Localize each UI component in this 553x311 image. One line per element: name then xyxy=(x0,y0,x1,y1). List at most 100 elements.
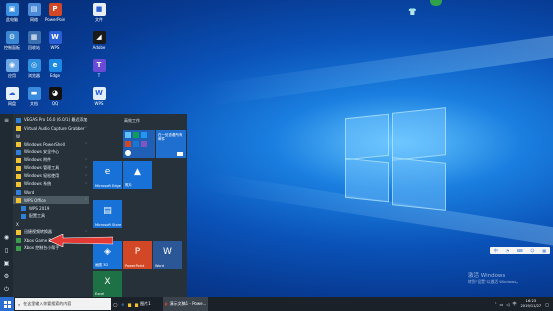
tile-calendar[interactable]: 在一处查看所有邮件 xyxy=(156,130,186,158)
windows-logo-pane xyxy=(345,113,389,161)
app-list-item[interactable]: Windows 安全中心 xyxy=(13,148,89,156)
folder-icon xyxy=(16,165,21,171)
watermark-line2: 转到"设置"以激活 Windows。 xyxy=(468,279,521,284)
app-list-item[interactable]: Windows 系统 ˅ xyxy=(13,180,89,188)
folder-icon xyxy=(16,229,21,235)
desktop-icon[interactable]: TT xyxy=(89,59,109,78)
ime-skin-icon[interactable]: ☺ xyxy=(530,248,534,253)
folder-icon xyxy=(16,197,21,203)
tile-group-small[interactable] xyxy=(123,130,155,158)
desktop-icon[interactable]: P PowerPoint xyxy=(45,3,65,22)
chevron-down-icon: ˅ xyxy=(85,197,87,203)
ime-indicator[interactable]: 中 xyxy=(513,301,517,307)
windows-logo-pane xyxy=(392,157,446,211)
documents-icon[interactable]: ▯ xyxy=(0,244,13,257)
app-list-item[interactable]: 配置工具 xyxy=(13,212,89,220)
tile-photos[interactable]: ▲ 照片 xyxy=(123,161,152,189)
app-list-item[interactable]: WPS 2019 xyxy=(13,204,89,212)
ime-mode[interactable]: 中 xyxy=(494,248,498,254)
app-list-letter[interactable]: X xyxy=(13,220,89,228)
app-icon xyxy=(16,237,21,243)
desktop-icon[interactable]: e Edge xyxy=(45,59,65,78)
light-beam xyxy=(200,35,553,107)
desktop-icon[interactable]: W WPS xyxy=(89,87,109,106)
tile-word[interactable]: W Word xyxy=(153,241,182,269)
app-list-item[interactable]: Windows 轻松使用 ˅ xyxy=(13,172,89,180)
tile-store[interactable]: ▤ Microsoft Store xyxy=(93,200,122,228)
clock[interactable]: 16:23 2019/11/27 xyxy=(521,299,542,309)
app-list-item[interactable]: Windows 附件 ˅ xyxy=(13,156,89,164)
desktop-icon[interactable]: ☁ 网盘 xyxy=(2,87,22,107)
desktop-icon-label: 应用 xyxy=(8,73,16,78)
clock-date: 2019/11/27 xyxy=(520,304,542,308)
app-icon: ▦ xyxy=(27,31,41,44)
user-icon[interactable]: ◉ xyxy=(0,231,13,244)
taskbar-item-ppt[interactable]: P 演示文稿1 - Powe... xyxy=(162,297,209,311)
tile-word-label: Word xyxy=(155,264,164,268)
app-list-letter[interactable]: W xyxy=(13,132,89,140)
tray-chevron-icon[interactable]: ˄ xyxy=(495,302,497,307)
desktop-icon-label: PowerPoint xyxy=(45,17,65,22)
network-icon[interactable]: ▭ xyxy=(500,302,504,307)
desktop-icon[interactable]: ◉ 应用 xyxy=(2,59,22,79)
volume-icon[interactable]: ◁ xyxy=(506,302,509,307)
tile-mini-icon xyxy=(141,141,147,147)
pictures-icon[interactable]: ▣ xyxy=(0,257,13,270)
windows-logo-pane xyxy=(392,107,446,161)
app-badge-icon xyxy=(430,0,442,6)
app-icon: T xyxy=(92,59,106,72)
tile-mini-icon xyxy=(133,132,139,138)
tile-excel[interactable]: X Excel xyxy=(93,271,122,297)
app-list-item[interactable]: Word xyxy=(13,188,89,196)
start-button[interactable] xyxy=(0,297,14,311)
paint3d-icon: ◈ xyxy=(104,247,111,257)
search-box[interactable]: ⌕ 在这里输入你要搜索的内容 xyxy=(15,298,111,310)
tile-calendar-label: 在一处查看所有邮件 xyxy=(158,133,183,141)
desktop-icon-label: QQ xyxy=(51,101,59,106)
desktop-icon[interactable]: ▦ 回收站 xyxy=(24,31,44,51)
desktop-icon[interactable]: ■ 文件 xyxy=(89,3,109,23)
explorer-taskbar-icon[interactable]: ▆ xyxy=(126,297,133,311)
ime-tools-icon[interactable]: ▦ xyxy=(542,248,546,253)
taskbar-item-image[interactable]: ▆ 图片1 xyxy=(133,297,153,311)
app-icon: ◉ xyxy=(5,59,19,72)
desktop-icon[interactable]: ▤ 网络 xyxy=(24,3,44,23)
app-list-item[interactable]: VEGAS Pro 16.0 (6.0/1) 最近添加 xyxy=(13,116,89,124)
desktop-icon[interactable]: ▬ 文档 xyxy=(24,87,44,107)
tile-powerpoint[interactable]: P PowerPoint xyxy=(123,241,152,269)
ime-toolbar[interactable]: 中 ◔ ⌨ ☺ ▦ xyxy=(490,247,550,254)
desktop-icon[interactable]: ◢ Adobe xyxy=(89,31,109,50)
desktop-icon[interactable]: ◎ 浏览器 xyxy=(24,59,44,79)
tray-shirt-icon[interactable]: 👕 xyxy=(408,8,417,16)
store-icon: ▤ xyxy=(103,206,112,216)
desktop-icon[interactable]: ◕ QQ xyxy=(45,87,65,106)
start-rail: ≡ ◉ ▯ ▣ ⚙ ⏻ xyxy=(0,114,13,297)
ime-punct-icon[interactable]: ◔ xyxy=(506,248,510,253)
hamburger-icon[interactable]: ≡ xyxy=(0,114,13,127)
tile-edge[interactable]: e Microsoft Edge xyxy=(93,161,122,189)
clock-icon xyxy=(125,150,131,156)
app-icon: W xyxy=(92,87,106,100)
folder-icon xyxy=(16,173,21,179)
power-icon[interactable]: ⏻ xyxy=(0,283,13,296)
tile-photos-label: 照片 xyxy=(125,183,132,187)
app-list-item[interactable]: Virtual Audio Capture Grabber ˅ xyxy=(13,124,89,132)
folder-icon: ▆ xyxy=(135,301,139,307)
settings-icon[interactable]: ⚙ xyxy=(0,270,13,283)
notification-icon[interactable]: ▢ xyxy=(545,302,549,307)
app-list-item[interactable]: Windows PowerShell ˅ xyxy=(13,140,89,148)
desktop-icon[interactable]: ▣ 此电脑 xyxy=(2,3,22,23)
ime-keyboard-icon[interactable]: ⌨ xyxy=(517,248,523,253)
folder-icon xyxy=(16,125,21,131)
desktop-icon[interactable]: ⚙ 控制面板 xyxy=(2,31,22,51)
tile-mini-icon xyxy=(125,132,131,138)
edge-icon: e xyxy=(104,167,111,177)
task-view-icon[interactable]: ◯ xyxy=(111,297,119,311)
tile-mini-icon xyxy=(141,132,147,138)
app-list-item[interactable]: WPS Office ˅ xyxy=(13,196,89,204)
folder-icon xyxy=(16,181,21,187)
chevron-down-icon: ˅ xyxy=(85,157,87,163)
app-list-item[interactable]: Windows 管理工具 ˅ xyxy=(13,164,89,172)
desktop-icon[interactable]: W WPS xyxy=(45,31,65,50)
desktop-icon-label: Edge xyxy=(49,73,61,78)
